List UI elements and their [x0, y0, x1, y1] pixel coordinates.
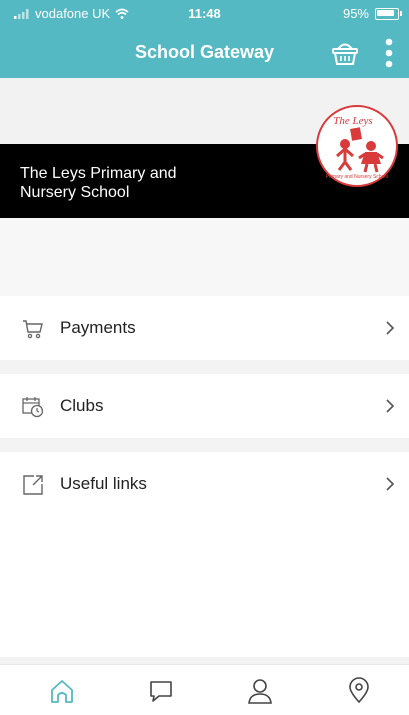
chevron-right-icon [386, 321, 395, 335]
calendar-clock-icon [22, 397, 44, 418]
basket-icon[interactable] [330, 38, 360, 68]
battery-percent: 95% [342, 6, 369, 21]
school-logo: The Leys Primary and Nursery School [316, 105, 398, 187]
external-link-icon [23, 475, 43, 495]
menu-item-clubs[interactable]: Clubs [0, 374, 409, 438]
menu-item-label: Clubs [60, 396, 104, 415]
location-pin-icon[interactable] [345, 677, 373, 705]
status-bar: vodafone UK 11:48 95% [0, 0, 409, 28]
more-vertical-icon[interactable] [382, 36, 396, 70]
home-icon[interactable] [48, 677, 76, 705]
spacer-panel [0, 218, 409, 296]
bottom-tab-bar [0, 664, 409, 715]
cart-icon [23, 320, 43, 339]
chevron-right-icon [386, 477, 395, 491]
app-header: vodafone UK 11:48 95% School Gateway [0, 0, 409, 78]
svg-text:The Leys: The Leys [333, 115, 372, 127]
menu-item-label: Payments [60, 318, 136, 337]
school-name: The Leys Primary and Nursery School [20, 165, 177, 201]
menu-item-payments[interactable]: Payments [0, 296, 409, 360]
menu-item-label: Useful links [60, 474, 147, 493]
content-area [0, 512, 409, 657]
menu-item-useful-links[interactable]: Useful links [0, 452, 409, 516]
chat-icon[interactable] [147, 677, 175, 705]
user-icon[interactable] [246, 677, 274, 705]
battery-icon [375, 7, 402, 20]
svg-text:Primary and Nursery School: Primary and Nursery School [326, 174, 389, 180]
chevron-right-icon [386, 399, 395, 413]
